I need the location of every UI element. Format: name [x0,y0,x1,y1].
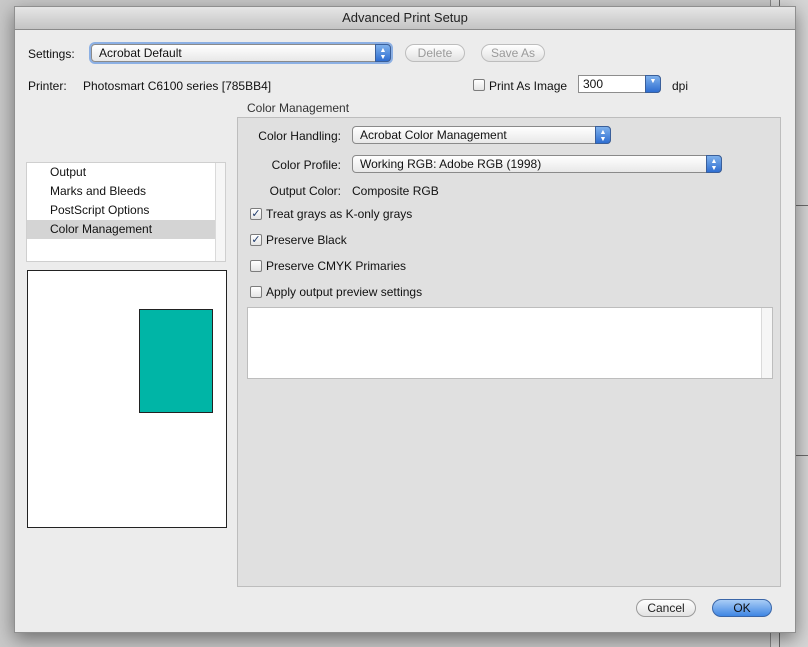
print-as-image-checkbox[interactable] [473,79,485,91]
settings-label: Settings: [28,47,75,61]
printer-name: Photosmart C6100 series [785BB4] [83,79,272,93]
color-profile-popup[interactable]: Working RGB: Adobe RGB (1998) ▲ ▼ [352,155,722,173]
color-profile-value: Working RGB: Adobe RGB (1998) [360,157,542,171]
preserve-cmyk-label: Preserve CMYK Primaries [266,259,407,273]
apply-preview-label: Apply output preview settings [266,285,423,299]
sidebar-item-marks-and-bleeds[interactable]: Marks and Bleeds [27,182,225,201]
color-handling-label: Color Handling: [258,129,341,143]
treat-grays-checkbox[interactable]: ✓ [250,208,262,220]
preserve-black-checkbox[interactable]: ✓ [250,234,262,246]
settings-value: Acrobat Default [99,46,182,60]
color-handling-value: Acrobat Color Management [360,128,507,142]
sidebar-item-output[interactable]: Output [27,163,225,182]
popup-arrows-icon: ▲ ▼ [375,44,391,62]
color-management-panel: Color Handling: Acrobat Color Management… [237,117,781,587]
chevron-down-icon: ▼ [645,75,661,93]
popup-arrows-icon: ▲ ▼ [706,155,722,173]
advanced-print-setup-dialog: Advanced Print Setup Settings: Acrobat D… [14,6,796,633]
cancel-button[interactable]: Cancel [636,599,696,617]
preserve-black-label: Preserve Black [266,233,347,247]
sidebar-item-postscript-options[interactable]: PostScript Options [27,201,225,220]
color-profile-label: Color Profile: [271,158,341,172]
list-scrollbar[interactable] [215,163,225,261]
settings-popup[interactable]: Acrobat Default ▲ ▼ [91,44,391,62]
ok-button[interactable]: OK [712,599,772,617]
apply-preview-checkbox[interactable] [250,286,262,298]
delete-button[interactable]: Delete [405,44,465,62]
color-handling-popup[interactable]: Acrobat Color Management ▲ ▼ [352,126,611,144]
window-title: Advanced Print Setup [15,7,795,30]
output-color-value: Composite RGB [352,184,439,198]
dpi-field[interactable]: 300 [578,75,646,93]
panel-heading: Color Management [247,101,350,115]
dpi-dropdown[interactable]: ▼ [645,75,661,93]
page-preview [27,270,227,528]
description-box [247,307,773,379]
printer-label: Printer: [28,79,67,93]
treat-grays-label: Treat grays as K-only grays [266,207,413,221]
dpi-unit: dpi [672,79,689,93]
page-preview-rect [139,309,213,413]
preserve-cmyk-checkbox[interactable] [250,260,262,272]
output-color-label: Output Color: [269,184,341,198]
print-as-image-label: Print As Image [489,79,568,93]
popup-arrows-icon: ▲ ▼ [595,126,611,144]
save-as-button[interactable]: Save As [481,44,545,62]
category-list: Output Marks and Bleeds PostScript Optio… [26,162,226,262]
sidebar-item-color-management[interactable]: Color Management [27,220,225,239]
description-scrollbar[interactable] [761,308,772,378]
